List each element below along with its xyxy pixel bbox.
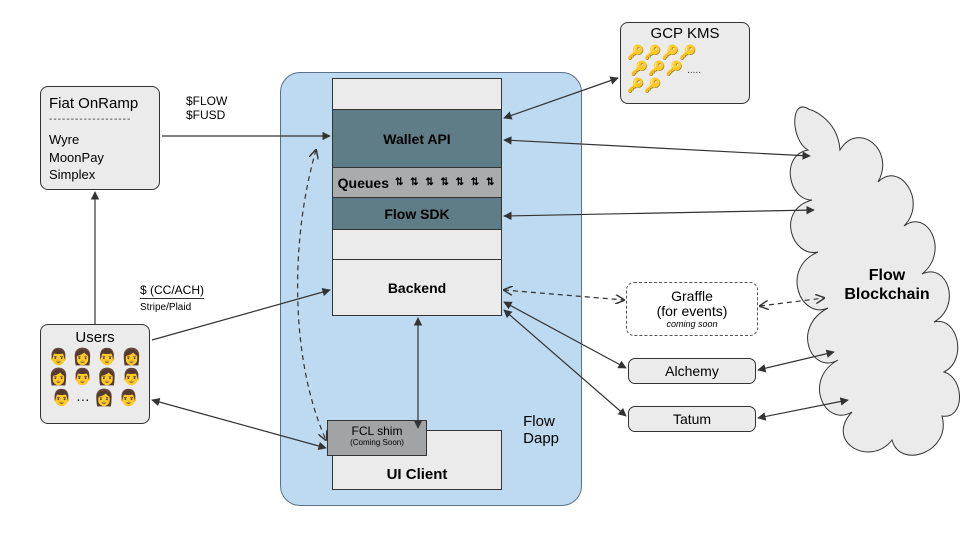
wallet-api-box: Wallet API	[333, 109, 501, 167]
graffle-box: Graffle (for events) coming soon	[626, 282, 758, 336]
flow-dapp-label: Flow Dapp	[523, 413, 559, 448]
flow-tokens-label: $FLOW $FUSD	[186, 94, 227, 122]
backend-stack: Wallet API Queues ⇅ ⇅ ⇅ ⇅ ⇅ ⇅ ⇅ Flow SDK…	[332, 78, 502, 316]
backend-box: Backend	[333, 259, 501, 315]
gcp-kms-box: GCP KMS 🔑🔑🔑🔑 🔑🔑🔑 ..... 🔑🔑	[620, 22, 750, 104]
fiat-providers: Wyre MoonPay Simplex	[49, 131, 151, 184]
fiat-pay-label: $ (CC/ACH) Stripe/Plaid	[140, 283, 204, 313]
fcl-shim-box: FCL shim (Coming Soon)	[327, 420, 427, 456]
alchemy-box: Alchemy	[628, 358, 756, 384]
flow-sdk-box: Flow SDK	[333, 197, 501, 229]
queues-box: Queues ⇅ ⇅ ⇅ ⇅ ⇅ ⇅ ⇅	[333, 167, 501, 197]
tatum-box: Tatum	[628, 406, 756, 432]
fiat-onramp-box: Fiat OnRamp ------------------- Wyre Moo…	[40, 86, 160, 190]
users-box: Users 👨 👩 👨 👩 👩 👨 👩 👨 👨 … 👩 👨	[40, 324, 150, 424]
flow-blockchain-label: Flow Blockchain	[832, 266, 942, 304]
